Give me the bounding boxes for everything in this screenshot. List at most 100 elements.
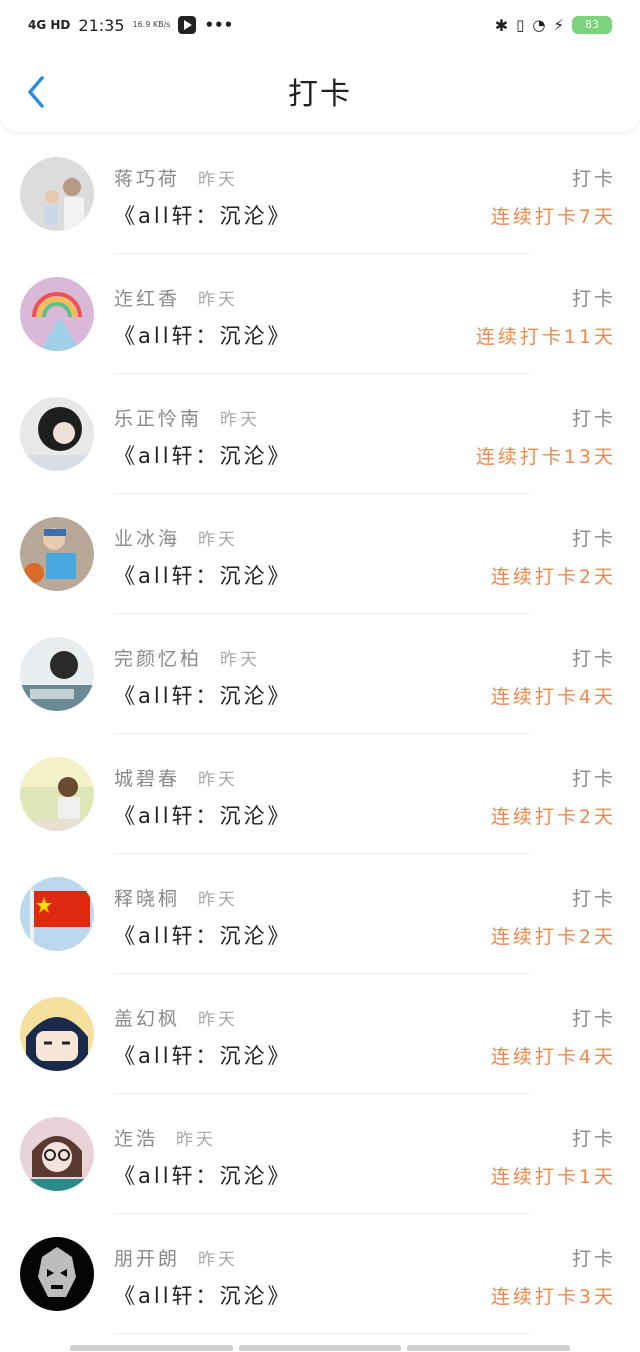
bottom-scroll-indicator [70, 1345, 571, 1351]
checkin-label: 打卡 [571, 1008, 616, 1030]
list-item[interactable]: 完颜忆柏 昨天 《all轩：沉沦》 打卡 连续打卡4天 [0, 632, 640, 752]
user-name: 城碧春 昨天 [114, 768, 239, 790]
chevron-left-icon [28, 76, 44, 108]
back-button[interactable] [18, 72, 54, 112]
divider [114, 613, 530, 614]
book-title: 《all轩：沉沦》 [114, 924, 292, 948]
checkin-time: 昨天 [198, 290, 239, 310]
user-name: 释晓桐 昨天 [114, 888, 239, 910]
user-name: 业冰海 昨天 [114, 528, 239, 550]
checkin-label: 打卡 [571, 888, 616, 910]
book-title: 《all轩：沉沦》 [114, 684, 292, 708]
streak-count: 连续打卡1天 [490, 1166, 616, 1188]
streak-count: 连续打卡2天 [490, 566, 616, 588]
streak-count: 连续打卡3天 [490, 1286, 616, 1308]
checkin-time: 昨天 [198, 530, 239, 550]
streak-count: 连续打卡4天 [490, 686, 616, 708]
user-name: 迮红香 昨天 [114, 288, 239, 310]
media-play-icon [178, 16, 197, 34]
book-title: 《all轩：沉沦》 [114, 1044, 292, 1068]
avatar[interactable] [20, 277, 94, 351]
checkin-label: 打卡 [571, 1248, 616, 1270]
status-bar: 4G HD 21:35 16.9 KB/s ••• ✱ ▯ ◔ ⚡ 83 [0, 0, 640, 50]
book-title: 《all轩：沉沦》 [114, 564, 292, 588]
streak-count: 连续打卡7天 [490, 206, 616, 228]
book-title: 《all轩：沉沦》 [114, 324, 292, 348]
checkin-label: 打卡 [571, 408, 616, 430]
avatar[interactable] [20, 157, 94, 231]
list-item[interactable]: 盖幻枫 昨天 《all轩：沉沦》 打卡 连续打卡4天 [0, 992, 640, 1112]
checkin-label: 打卡 [571, 168, 616, 190]
streak-count: 连续打卡2天 [490, 806, 616, 828]
user-name: 迮浩 昨天 [114, 1128, 217, 1150]
indicator-segment [238, 1345, 402, 1351]
vibrate-icon: ▯ [516, 16, 525, 34]
bluetooth-icon: ✱ [494, 15, 509, 35]
indicator-segment [70, 1345, 233, 1351]
checkin-label: 打卡 [571, 768, 616, 790]
network-speed: 16.9 KB/s [132, 20, 171, 29]
divider [114, 493, 530, 494]
divider [114, 1093, 530, 1094]
divider [114, 853, 530, 854]
book-title: 《all轩：沉沦》 [114, 444, 292, 468]
more-dots-icon: ••• [204, 16, 234, 34]
checkin-list: 蒋巧荷 昨天 《all轩：沉沦》 打卡 连续打卡7天 迮红香 昨天 《all轩：沉沦… [0, 152, 640, 1352]
avatar[interactable] [20, 517, 94, 591]
avatar[interactable] [20, 397, 94, 471]
book-title: 《all轩：沉沦》 [114, 1164, 292, 1188]
avatar[interactable] [20, 877, 94, 951]
checkin-time: 昨天 [220, 650, 261, 670]
checkin-label: 打卡 [571, 648, 616, 670]
checkin-time: 昨天 [220, 410, 261, 430]
checkin-time: 昨天 [198, 770, 239, 790]
checkin-time: 昨天 [198, 1010, 239, 1030]
checkin-label: 打卡 [571, 288, 616, 310]
divider [114, 1333, 530, 1334]
battery-icon: 83 [572, 16, 612, 34]
charging-icon: ⚡ [553, 16, 564, 34]
divider [114, 733, 530, 734]
wifi-icon: ◔ [532, 16, 546, 34]
indicator-segment [407, 1345, 571, 1351]
divider [114, 373, 530, 374]
list-item[interactable]: 朋开朗 昨天 《all轩：沉沦》 打卡 连续打卡3天 [0, 1232, 640, 1352]
streak-count: 连续打卡2天 [490, 926, 616, 948]
checkin-label: 打卡 [571, 528, 616, 550]
divider [114, 253, 530, 254]
list-item[interactable]: 迮浩 昨天 《all轩：沉沦》 打卡 连续打卡1天 [0, 1112, 640, 1232]
list-item[interactable]: 迮红香 昨天 《all轩：沉沦》 打卡 连续打卡11天 [0, 272, 640, 392]
checkin-time: 昨天 [198, 170, 239, 190]
book-title: 《all轩：沉沦》 [114, 804, 292, 828]
book-title: 《all轩：沉沦》 [114, 1284, 292, 1308]
user-name: 完颜忆柏 昨天 [114, 648, 261, 670]
divider [114, 973, 530, 974]
user-name: 蒋巧荷 昨天 [114, 168, 239, 190]
book-title: 《all轩：沉沦》 [114, 204, 292, 228]
checkin-time: 昨天 [198, 1250, 239, 1270]
streak-count: 连续打卡4天 [490, 1046, 616, 1068]
user-name: 乐正怜南 昨天 [114, 408, 261, 430]
page-title: 打卡 [288, 77, 352, 112]
avatar[interactable] [20, 997, 94, 1071]
checkin-time: 昨天 [198, 890, 239, 910]
list-item[interactable]: 释晓桐 昨天 《all轩：沉沦》 打卡 连续打卡2天 [0, 872, 640, 992]
streak-count: 连续打卡11天 [475, 326, 616, 348]
list-item[interactable]: 业冰海 昨天 《all轩：沉沦》 打卡 连续打卡2天 [0, 512, 640, 632]
avatar[interactable] [20, 1117, 94, 1191]
checkin-label: 打卡 [571, 1128, 616, 1150]
user-name: 盖幻枫 昨天 [114, 1008, 239, 1030]
page-header: 打卡 [0, 50, 640, 132]
clock: 21:35 [78, 15, 125, 35]
divider [114, 1213, 530, 1214]
list-item[interactable]: 城碧春 昨天 《all轩：沉沦》 打卡 连续打卡2天 [0, 752, 640, 872]
network-indicator: 4G HD [28, 18, 71, 32]
list-item[interactable]: 蒋巧荷 昨天 《all轩：沉沦》 打卡 连续打卡7天 [0, 152, 640, 272]
list-item[interactable]: 乐正怜南 昨天 《all轩：沉沦》 打卡 连续打卡13天 [0, 392, 640, 512]
avatar[interactable] [20, 1237, 94, 1311]
streak-count: 连续打卡13天 [475, 446, 616, 468]
user-name: 朋开朗 昨天 [114, 1248, 239, 1270]
checkin-time: 昨天 [176, 1130, 217, 1150]
avatar[interactable] [20, 637, 94, 711]
avatar[interactable] [20, 757, 94, 831]
